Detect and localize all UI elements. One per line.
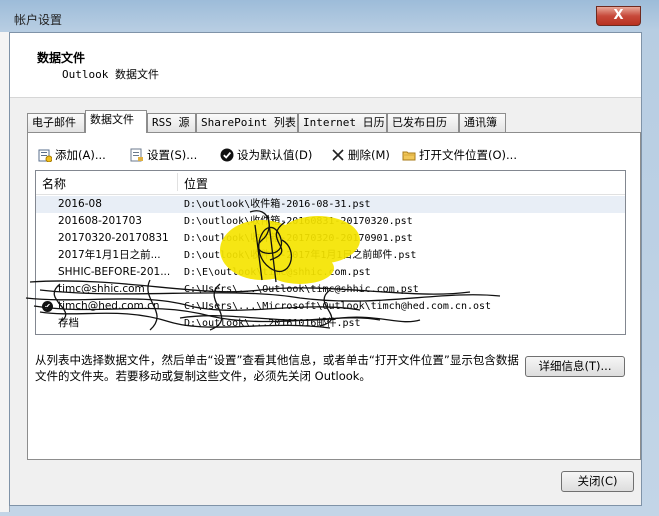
settings-label: 设置(S)... bbox=[147, 148, 198, 162]
row-location: C:\Users\...\Microsoft\Outlook\timch@hed… bbox=[184, 301, 492, 312]
open-file-location-button[interactable]: 打开文件位置(O)... bbox=[402, 147, 517, 163]
list-row[interactable]: 2017年1月1日之前... D:\outlook\收件箱-2017年1月1日之前… bbox=[36, 247, 625, 264]
row-location: D:\outlook\收件箱-2016-08-31.pst bbox=[184, 199, 371, 210]
set-default-label: 设为默认值(D) bbox=[237, 148, 313, 162]
row-location: D:\outlook\收件箱-20170320-20170901.pst bbox=[184, 233, 413, 244]
tab-internet-calendar-label: Internet 日历 bbox=[303, 116, 385, 129]
tab-address-book[interactable]: 通讯簿 bbox=[459, 113, 506, 132]
list-header: 名称 位置 bbox=[36, 171, 625, 195]
row-name: 2016-08 bbox=[58, 198, 102, 210]
tab-data-files[interactable]: 数据文件 bbox=[85, 110, 147, 133]
delete-x-icon bbox=[331, 148, 345, 162]
row-name: timch@hed.com.cn bbox=[58, 300, 160, 312]
window-close-button[interactable]: X bbox=[596, 6, 641, 26]
open-file-location-label: 打开文件位置(O)... bbox=[419, 148, 517, 162]
tab-email[interactable]: 电子邮件 bbox=[27, 113, 85, 132]
row-location: D:\outlook\收件箱-20160831-20170320.pst bbox=[184, 216, 413, 227]
column-header-location[interactable]: 位置 bbox=[184, 175, 208, 192]
close-button[interactable]: 关闭(C) bbox=[561, 471, 634, 492]
column-divider[interactable] bbox=[177, 173, 178, 191]
list-row[interactable]: 20170320-20170831 D:\outlook\收件箱-20170320… bbox=[36, 230, 625, 247]
header-subtitle: Outlook 数据文件 bbox=[62, 68, 159, 81]
row-name: 存档 bbox=[58, 317, 79, 329]
row-name: 201608-201703 bbox=[58, 215, 142, 227]
row-location: C:\Users\...\Outlook\timc@shhic.com.pst bbox=[184, 284, 419, 295]
row-name: 2017年1月1日之前... bbox=[58, 249, 161, 261]
tab-rss[interactable]: RSS 源 bbox=[147, 113, 196, 132]
tab-published-calendar[interactable]: 已发布日历 bbox=[387, 113, 459, 132]
list-row[interactable]: 存档 D:\outlook\...20161016邮件.pst bbox=[36, 315, 625, 332]
tab-sharepoint[interactable]: SharePoint 列表 bbox=[196, 113, 298, 132]
data-file-list[interactable]: 名称 位置 2016-08 D:\outlook\收件箱-2016-08-31.p… bbox=[35, 170, 626, 335]
tab-rss-label: RSS 源 bbox=[152, 116, 190, 129]
window-title: 帐户设置 bbox=[14, 13, 63, 27]
details-button[interactable]: 详细信息(T)... bbox=[525, 356, 625, 377]
settings-button[interactable]: 设置(S)... bbox=[130, 147, 197, 163]
row-name: 20170320-20170831 bbox=[58, 232, 169, 244]
default-check-icon: ✔ bbox=[42, 301, 53, 312]
add-data-file-icon bbox=[38, 148, 53, 163]
row-location: D:\outlook\...20161016邮件.pst bbox=[184, 318, 361, 329]
folder-icon bbox=[402, 148, 416, 162]
row-name: SHHIC-BEFORE-201... bbox=[58, 266, 171, 278]
set-default-button[interactable]: 设为默认值(D) bbox=[220, 147, 312, 163]
settings-icon bbox=[130, 148, 144, 162]
row-location: D:\outlook\收件箱-2017年1月1日之前邮件.pst bbox=[184, 250, 417, 261]
row-name: timc@shhic.com bbox=[58, 283, 145, 295]
add-label: 添加(A)... bbox=[55, 148, 106, 162]
list-row[interactable]: 201608-201703 D:\outlook\收件箱-20160831-201… bbox=[36, 213, 625, 230]
row-location: D:\E\outlook\timc@shhic.com.pst bbox=[184, 267, 371, 278]
header-title: 数据文件 bbox=[37, 51, 86, 65]
column-header-name[interactable]: 名称 bbox=[42, 175, 66, 192]
list-row[interactable]: 2016-08 D:\outlook\收件箱-2016-08-31.pst bbox=[36, 196, 625, 213]
description-text: 从列表中选择数据文件，然后单击“设置”查看其他信息，或者单击“打开文件位置”显示… bbox=[35, 353, 519, 383]
list-row[interactable]: timc@shhic.com C:\Users\...\Outlook\timc@… bbox=[36, 281, 625, 298]
remove-label: 删除(M) bbox=[348, 148, 390, 162]
list-row[interactable]: ✔ timch@hed.com.cn C:\Users\...\Microsoft\… bbox=[36, 298, 625, 315]
remove-button[interactable]: 删除(M) bbox=[331, 147, 390, 163]
list-row[interactable]: SHHIC-BEFORE-201... D:\E\outlook\timc@shh… bbox=[36, 264, 625, 281]
check-circle-icon bbox=[220, 148, 234, 162]
tab-internet-calendar[interactable]: Internet 日历 bbox=[298, 113, 387, 132]
add-button[interactable]: 添加(A)... bbox=[38, 147, 106, 163]
tab-sharepoint-label: SharePoint 列表 bbox=[201, 116, 296, 129]
